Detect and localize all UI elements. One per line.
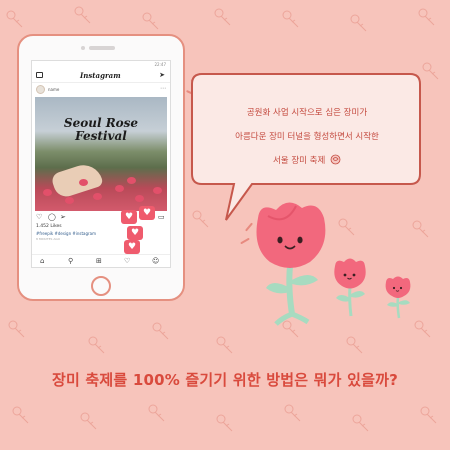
status-bar: 22:47 [32, 61, 170, 69]
rose-bush-dot [65, 197, 74, 204]
card-canvas: 22:47 Instagram ➤ name ⋯ Seoul Rose Fest… [0, 0, 450, 450]
rose-emoji-icon [330, 154, 341, 165]
send-icon[interactable]: ➤ [159, 71, 165, 79]
headline: 장미 축제를 100% 즐기기 위한 방법은 뭐가 있을까? [52, 371, 398, 389]
avatar[interactable] [36, 85, 45, 94]
rose-doodle-icon [418, 8, 435, 26]
rose-bush-dot [93, 193, 102, 200]
home-button[interactable] [91, 276, 111, 296]
bubble-text-line2: 아름다운 장미 터널을 형성하면서 시작한 [235, 132, 379, 142]
rose-bush-dot [79, 179, 88, 186]
username[interactable]: name [48, 87, 59, 92]
instagram-screen: 22:47 Instagram ➤ name ⋯ Seoul Rose Fest… [31, 60, 171, 268]
like-notification-heart-icon: ♥ [124, 240, 140, 254]
rose-bush-dot [127, 177, 136, 184]
like-notification-heart-icon: ♥ [127, 226, 143, 240]
post-header: name ⋯ [32, 84, 170, 96]
post-photo[interactable]: Seoul Rose Festival [35, 97, 167, 211]
hashtags[interactable]: #freepik #design #instagram [36, 231, 96, 236]
rose-bush-dot [153, 187, 162, 194]
rose-bush-dot [115, 185, 124, 192]
rose-doodle-icon [8, 320, 25, 338]
camera-icon[interactable] [36, 72, 43, 78]
rose-doodle-icon [284, 404, 301, 422]
post-date: 8 MINUTES AGO [36, 237, 61, 241]
rose-doodle-icon [12, 406, 29, 424]
photo-title: Seoul Rose Festival [35, 117, 167, 143]
rose-bush-dot [43, 189, 52, 196]
bubble-text-line3: 서울 장미 축제 [206, 154, 408, 166]
more-options-icon[interactable]: ⋯ [160, 85, 166, 92]
rose-doodle-icon [142, 12, 159, 30]
rose-doodle-icon [346, 336, 363, 354]
rose-bush-dot [135, 195, 144, 202]
rose-doodle-icon [148, 404, 165, 422]
rose-doodle-icon [6, 10, 23, 28]
phone-mockup: 22:47 Instagram ➤ name ⋯ Seoul Rose Fest… [17, 34, 185, 301]
rose-doodle-icon [80, 412, 97, 430]
rose-doodle-icon [282, 10, 299, 28]
big-rose-character [256, 202, 326, 326]
phone-speaker [89, 46, 115, 50]
rose-doodle-icon [414, 320, 431, 338]
like-notification-heart-icon: ♥ [121, 210, 137, 224]
home-icon[interactable]: ⌂ [40, 257, 44, 265]
rose-doodle-icon [216, 336, 233, 354]
bubble-text-line3-label: 서울 장미 축제 [272, 156, 326, 166]
instagram-header: Instagram ➤ [32, 70, 170, 83]
profile-icon[interactable]: ☺ [152, 257, 159, 265]
instagram-logo: Instagram [80, 71, 121, 80]
share-icon[interactable]: ➢ [60, 213, 66, 221]
like-count: 1.452 Likes [36, 224, 62, 229]
rose-doodle-icon [420, 406, 437, 424]
rose-doodle-icon [350, 14, 367, 32]
rose-doodle-icon [352, 414, 369, 432]
status-time: 22:47 [154, 62, 166, 67]
heart-icon[interactable]: ♡ [36, 213, 42, 221]
medium-rose-character [334, 258, 366, 317]
like-notification-heart-icon: ♥ [139, 206, 155, 220]
rose-doodle-icon [88, 336, 105, 354]
activity-icon[interactable]: ♡ [124, 257, 130, 265]
rose-doodle-icon [216, 414, 233, 432]
bookmark-icon[interactable]: ▭ [158, 213, 165, 221]
rose-doodle-icon [152, 322, 169, 340]
rose-doodle-icon [214, 8, 231, 26]
bottom-nav: ⌂ ⚲ ⊞ ♡ ☺ [32, 254, 170, 267]
phone-camera [81, 46, 85, 50]
rose-doodle-icon [74, 6, 91, 24]
small-rose-character [385, 276, 411, 319]
photo-title-line2: Festival [75, 129, 127, 143]
add-post-icon[interactable]: ⊞ [96, 257, 102, 265]
search-icon[interactable]: ⚲ [68, 257, 73, 265]
comment-icon[interactable]: ◯ [48, 213, 56, 221]
bubble-text-line1: 공원화 사업 시작으로 심은 장미가 [246, 108, 368, 118]
